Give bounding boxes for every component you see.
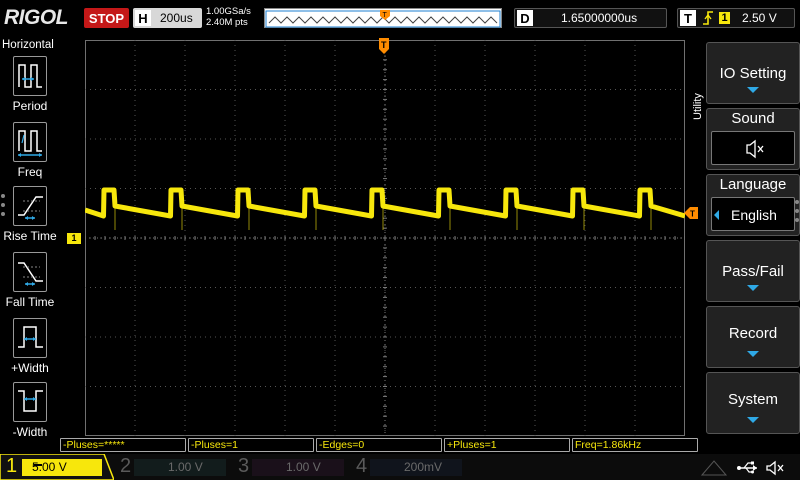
speaker-muted-icon (766, 460, 784, 476)
sound-label: Sound (731, 110, 775, 127)
measure-fall-time-button[interactable]: Fall Time (0, 252, 60, 316)
negative-width-label: -Width (12, 425, 48, 439)
measure-positive-width-button[interactable]: +Width (0, 318, 60, 382)
channel-1-scale: 5.00 V (22, 459, 102, 476)
rigol-logo: RIGOL (4, 6, 69, 29)
svg-text:T: T (381, 40, 387, 50)
channel-1-number: 1 (6, 455, 18, 477)
trigger-level-value: 2.50 V (742, 11, 777, 25)
delay-value: 1.65000000us (561, 11, 638, 25)
frequency-icon (13, 122, 47, 162)
negative-width-icon (13, 382, 47, 422)
status-icons (737, 460, 784, 476)
channel-2-tab[interactable]: 2 1.00 V (116, 454, 232, 480)
channel-2-number: 2 (120, 455, 132, 477)
measurement-bar: -Pluses=***** -Pluses=1 -Edges=0 +Pluses… (60, 438, 700, 452)
positive-width-label: +Width (11, 361, 49, 375)
rise-time-icon (13, 186, 47, 226)
rise-time-label: Rise Time (3, 229, 57, 243)
channel-3-number: 3 (238, 455, 250, 477)
top-status-bar: RIGOL STOP H 200us 1.00GSa/s 2.40M pts T… (0, 0, 800, 36)
memory-trigger-marker: T (383, 12, 388, 19)
horizontal-measure-menu: Horizontal Period Freq Rise Time Fall Ti… (0, 36, 60, 439)
measurement-item[interactable]: +Pluses=1 (444, 438, 570, 452)
pass-fail-label: Pass/Fail (722, 263, 784, 280)
dc-coupling-icon (34, 464, 42, 466)
channel-4-tab[interactable]: 4 200mV (352, 454, 468, 480)
left-scroll-dots (1, 194, 5, 221)
utility-tab: Utility (690, 40, 706, 136)
period-label: Period (12, 99, 48, 113)
pass-fail-button[interactable]: Pass/Fail (706, 240, 800, 302)
positive-width-icon (13, 318, 47, 358)
waveform-display[interactable] (85, 40, 685, 436)
channel-1-tab[interactable]: 1 5.00 V (0, 454, 114, 480)
utility-tab-label: Utility (692, 93, 704, 120)
io-setting-button[interactable]: IO Setting (706, 42, 800, 104)
chevron-down-icon (747, 285, 759, 291)
timebase-value: 200us (160, 11, 193, 25)
frequency-label: Freq (17, 165, 43, 179)
channel-4-number: 4 (356, 455, 368, 477)
measurement-item[interactable]: -Edges=0 (316, 438, 442, 452)
language-value-box: English (711, 197, 795, 231)
record-button[interactable]: Record (706, 306, 800, 368)
horizontal-trigger-position-marker[interactable]: T (379, 38, 389, 55)
speaker-muted-icon (746, 139, 764, 159)
utility-menu: Utility IO Setting Sound Language Englis… (690, 36, 800, 436)
fall-time-label: Fall Time (5, 295, 55, 309)
notification-arrow-icon (700, 460, 728, 476)
measure-rise-time-button[interactable]: Rise Time (0, 186, 60, 250)
system-label: System (727, 391, 778, 408)
delay-key-label: D (517, 10, 533, 26)
memory-position-bar[interactable]: T (264, 8, 502, 28)
channel-1-offset-marker[interactable]: 1 (67, 233, 81, 244)
sound-button[interactable]: Sound (706, 108, 800, 170)
rising-edge-icon (703, 11, 713, 25)
measure-frequency-button[interactable]: Freq (0, 122, 60, 186)
fall-time-icon (13, 252, 47, 292)
measurement-item[interactable]: -Pluses=***** (60, 438, 186, 452)
channel-2-scale: 1.00 V (134, 459, 226, 476)
language-label: Language (719, 176, 787, 193)
memory-waveform-preview: T (265, 10, 501, 28)
record-label: Record (728, 325, 778, 342)
sample-rate: 1.00GSa/s (206, 6, 251, 17)
channel-3-scale: 1.00 V (252, 459, 344, 476)
run-stop-status[interactable]: STOP (84, 8, 129, 28)
usb-icon (737, 461, 757, 474)
chevron-down-icon (747, 87, 759, 93)
trigger-source-badge: 1 (719, 12, 730, 24)
measure-negative-width-button[interactable]: -Width (0, 382, 60, 446)
measurement-item[interactable]: Freq=1.86kHz (572, 438, 698, 452)
memory-depth: 2.40M pts (206, 17, 248, 28)
horizontal-key-label: H (135, 10, 151, 26)
language-button[interactable]: Language English (706, 174, 800, 236)
delay-indicator[interactable]: D 1.65000000us (514, 8, 667, 28)
system-button[interactable]: System (706, 372, 800, 434)
timebase-indicator[interactable]: H 200us (133, 8, 202, 28)
chevron-down-icon (747, 417, 759, 423)
left-menu-title: Horizontal (2, 39, 54, 51)
period-icon (13, 56, 47, 96)
io-setting-label: IO Setting (719, 65, 787, 82)
acquisition-info: 1.00GSa/s 2.40M pts (206, 6, 251, 28)
channel-bar: 1 5.00 V 2 1.00 V 3 1.00 V 4 200mV (0, 454, 800, 480)
trigger-indicator[interactable]: T 1 2.50 V (677, 8, 795, 28)
channel-3-tab[interactable]: 3 1.00 V (234, 454, 350, 480)
measurement-item[interactable]: -Pluses=1 (188, 438, 314, 452)
measure-period-button[interactable]: Period (0, 56, 60, 120)
trigger-key-label: T (680, 10, 696, 26)
graticule (85, 40, 685, 436)
channel-4-scale: 200mV (370, 459, 462, 476)
right-scroll-dots (795, 200, 799, 227)
chevron-down-icon (747, 351, 759, 357)
language-value: English (731, 207, 777, 223)
sound-value-box (711, 131, 795, 165)
